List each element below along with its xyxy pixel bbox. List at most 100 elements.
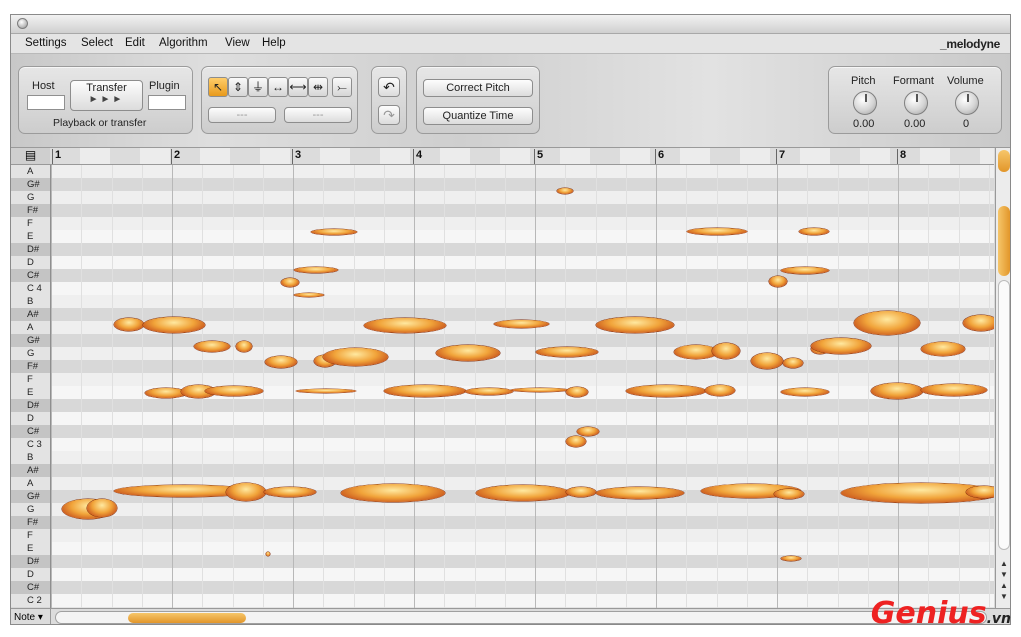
- note-blob[interactable]: [236, 341, 252, 352]
- note-blob[interactable]: [557, 188, 573, 194]
- note-blob[interactable]: [577, 427, 599, 436]
- note-selector[interactable]: Note ▾: [11, 609, 51, 624]
- tool-field-2[interactable]: ---: [284, 107, 352, 123]
- vertical-scroll-thumb[interactable]: [998, 206, 1010, 276]
- note-blob[interactable]: [384, 385, 466, 397]
- pitch-key[interactable]: E: [11, 386, 50, 399]
- pitch-key[interactable]: G#: [11, 334, 50, 347]
- note-blob[interactable]: [226, 483, 266, 501]
- note-blob[interactable]: [114, 318, 144, 331]
- note-blob[interactable]: [364, 318, 446, 333]
- correct-pitch-button[interactable]: Correct Pitch: [423, 79, 533, 97]
- separation-tool-icon[interactable]: ⤚: [332, 77, 352, 97]
- note-blob[interactable]: [87, 499, 117, 517]
- note-blob[interactable]: [871, 383, 923, 399]
- menu-settings[interactable]: Settings: [25, 37, 67, 49]
- redo-icon[interactable]: ↷: [378, 105, 400, 125]
- tool-field-1[interactable]: ---: [208, 107, 276, 123]
- note-blob[interactable]: [596, 487, 684, 499]
- menu-algorithm[interactable]: Algorithm: [159, 37, 208, 49]
- pitch-key[interactable]: F#: [11, 204, 50, 217]
- note-blob[interactable]: [921, 342, 965, 356]
- pitch-key[interactable]: G: [11, 503, 50, 516]
- pitch-key[interactable]: G: [11, 191, 50, 204]
- pitch-key[interactable]: F#: [11, 360, 50, 373]
- pitch-key[interactable]: E: [11, 230, 50, 243]
- horizontal-scroll-thumb[interactable]: [128, 613, 246, 623]
- pitch-key[interactable]: B: [11, 295, 50, 308]
- pointer-icon[interactable]: ↖: [208, 77, 228, 97]
- quantize-time-button[interactable]: Quantize Time: [423, 107, 533, 125]
- note-blob[interactable]: [799, 228, 829, 235]
- note-blob[interactable]: [511, 388, 569, 392]
- vertical-scrollbar[interactable]: ▲ ▼ ▲ ▼: [995, 148, 1010, 608]
- note-blob[interactable]: [294, 267, 338, 273]
- pitch-ruler[interactable]: A G# G F# F E D# D C# C 4 B A# A G# G F# F E D# D C# C 3 B A# A G…: [11, 165, 51, 608]
- note-blob[interactable]: [781, 267, 829, 274]
- note-blob[interactable]: [566, 436, 586, 447]
- snap-icon[interactable]: ▤: [11, 148, 50, 165]
- host-field[interactable]: [27, 95, 65, 110]
- pitch-key[interactable]: A: [11, 165, 50, 178]
- note-blob[interactable]: [566, 487, 596, 497]
- note-blob[interactable]: [811, 338, 871, 354]
- menu-edit[interactable]: Edit: [125, 37, 145, 49]
- note-blob[interactable]: [281, 278, 299, 287]
- note-blob[interactable]: [436, 345, 500, 361]
- note-blob[interactable]: [494, 320, 549, 328]
- note-blob[interactable]: [143, 317, 205, 333]
- pitch-key[interactable]: C 2: [11, 594, 50, 607]
- note-blob[interactable]: [341, 484, 445, 502]
- vertical-scroll-track[interactable]: [998, 280, 1010, 550]
- note-blob[interactable]: [687, 228, 747, 235]
- note-blob[interactable]: [626, 385, 706, 397]
- pitch-key[interactable]: A#: [11, 308, 50, 321]
- note-blob[interactable]: [781, 388, 829, 396]
- note-blob[interactable]: [921, 384, 987, 396]
- undo-icon[interactable]: ↶: [378, 77, 400, 97]
- note-blob[interactable]: [783, 358, 803, 368]
- note-blob[interactable]: [774, 489, 804, 499]
- pitch-key[interactable]: D: [11, 412, 50, 425]
- pitch-key[interactable]: C#: [11, 581, 50, 594]
- menu-select[interactable]: Select: [81, 37, 113, 49]
- pitch-key[interactable]: A#: [11, 464, 50, 477]
- volume-knob[interactable]: [955, 91, 979, 115]
- note-blob[interactable]: [751, 353, 783, 369]
- horizontal-scrollbar[interactable]: [55, 611, 987, 624]
- pitch-key[interactable]: D: [11, 568, 50, 581]
- pitch-key[interactable]: A: [11, 477, 50, 490]
- note-blob[interactable]: [465, 388, 513, 395]
- formant-tool-icon[interactable]: ⏚: [248, 77, 268, 97]
- note-editor-grid[interactable]: [51, 165, 994, 608]
- menu-help[interactable]: Help: [262, 37, 286, 49]
- plugin-field[interactable]: [148, 95, 186, 110]
- note-blob[interactable]: [194, 341, 230, 352]
- note-blob[interactable]: [769, 276, 787, 287]
- note-blob[interactable]: [596, 317, 674, 333]
- note-blob[interactable]: [205, 386, 263, 396]
- zoom-handle[interactable]: [998, 150, 1010, 172]
- pitch-key[interactable]: C#: [11, 425, 50, 438]
- pitch-key[interactable]: A: [11, 321, 50, 334]
- note-blob[interactable]: [781, 556, 801, 561]
- note-blob[interactable]: [705, 385, 735, 396]
- pitch-key[interactable]: C#: [11, 269, 50, 282]
- note-blob[interactable]: [712, 343, 740, 359]
- window-close-button[interactable]: [17, 18, 28, 29]
- pitch-key[interactable]: G: [11, 347, 50, 360]
- pitch-key[interactable]: F: [11, 217, 50, 230]
- note-blob[interactable]: [966, 486, 994, 498]
- note-blob[interactable]: [854, 311, 920, 335]
- bar-ruler[interactable]: 1 2 3 4 5 6 7 8: [50, 148, 994, 165]
- note-blob[interactable]: [266, 552, 270, 556]
- pitch-key[interactable]: B: [11, 451, 50, 464]
- pitch-key[interactable]: E: [11, 542, 50, 555]
- pitch-key[interactable]: D#: [11, 555, 50, 568]
- pitch-key[interactable]: D#: [11, 243, 50, 256]
- formant-knob[interactable]: [904, 91, 928, 115]
- note-blob[interactable]: [536, 347, 598, 357]
- note-blob[interactable]: [265, 356, 297, 368]
- menu-view[interactable]: View: [225, 37, 250, 49]
- note-blob[interactable]: [311, 229, 357, 235]
